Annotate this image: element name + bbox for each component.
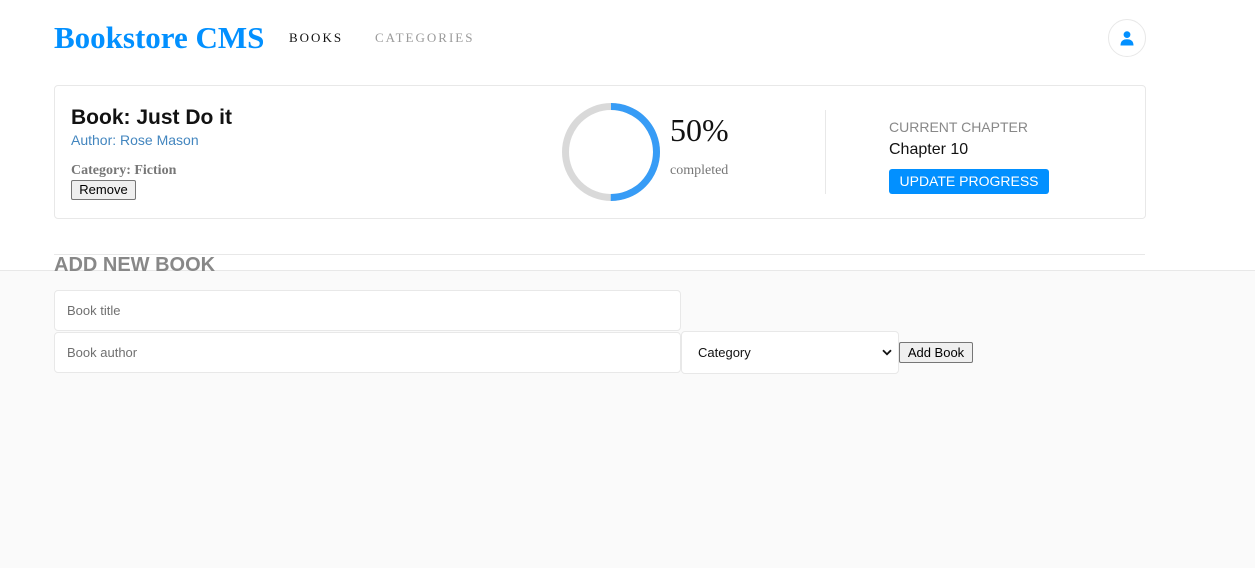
user-icon [1120, 31, 1134, 46]
book-author-link[interactable]: Author: Rose Mason [71, 131, 199, 149]
book-title: Book: Just Do it [71, 106, 232, 129]
brand-logo[interactable]: Bookstore CMS [54, 19, 264, 57]
nav-categories-link[interactable]: CATEGORIES [375, 30, 474, 46]
progress-percent: 50% [670, 112, 729, 148]
nav-books-link[interactable]: BOOKS [289, 30, 343, 46]
category-select[interactable]: Category [681, 331, 899, 374]
book-title-input[interactable] [54, 290, 681, 331]
progress-ring [562, 103, 660, 201]
add-book-heading: ADD NEW BOOK [54, 254, 216, 276]
user-avatar-button[interactable] [1108, 19, 1146, 57]
current-chapter-value: Chapter 10 [889, 141, 969, 158]
chevron-down-icon [882, 349, 892, 356]
book-author-input[interactable] [54, 332, 681, 373]
current-chapter-label: CURRENT CHAPTER [889, 119, 1028, 135]
book-category: Category: Fiction [71, 163, 177, 178]
vertical-divider [825, 110, 826, 194]
category-select-value: Category [698, 345, 751, 360]
progress-completed-label: completed [670, 163, 729, 178]
book-card: Book: Just Do it Author: Rose Mason Cate… [54, 85, 1146, 219]
update-progress-button[interactable]: UPDATE PROGRESS [889, 169, 1049, 194]
add-book-button[interactable]: Add Book [899, 342, 973, 363]
section-divider [54, 254, 1145, 255]
remove-button[interactable]: Remove [71, 180, 136, 200]
